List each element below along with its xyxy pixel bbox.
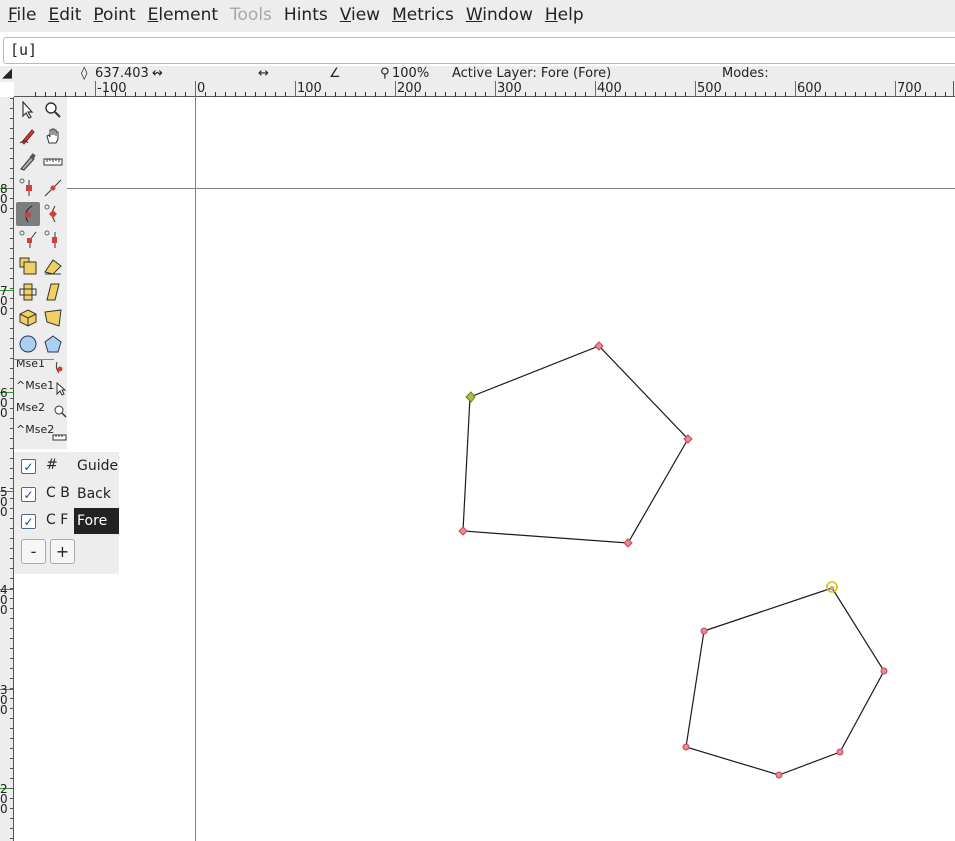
ruler-label: 7 0 0 xyxy=(0,284,8,318)
start-point-hexagon xyxy=(826,581,838,593)
layer-name: Back xyxy=(77,486,111,502)
layer-visible-checkbox-guide[interactable]: ✓ xyxy=(21,459,36,474)
glyph-outline-drawing xyxy=(14,97,955,841)
menu-bar: File Edit Point Element Tools Hints View Metric… xyxy=(0,0,955,32)
freehand-icon[interactable] xyxy=(16,124,40,148)
polygon-icon[interactable] xyxy=(41,332,65,356)
horizontal-ruler[interactable]: -100 0 100 200 300 400 500 600 700 xyxy=(14,81,955,97)
angle-icon: ∠ xyxy=(329,66,341,81)
info-bar: ◢ ◊ 637.403 ↭ ↔ ∠ ⚲ 100% Active Layer: F… xyxy=(0,66,955,82)
ruler-label: 600 xyxy=(797,81,822,96)
corner-point xyxy=(458,526,468,536)
layer-row-guide[interactable]: ✓ # Guide xyxy=(14,453,119,479)
add-tangent-point-alt-icon[interactable] xyxy=(16,228,40,252)
glyph-name-field[interactable]: [u] xyxy=(3,37,955,64)
curve-point xyxy=(880,667,888,675)
curve-point xyxy=(775,771,783,779)
ruler-label: -100 xyxy=(97,81,127,96)
menu-tools: Tools xyxy=(230,5,272,25)
scale-icon[interactable] xyxy=(16,254,40,278)
ruler-label: 4 0 0 xyxy=(0,583,8,617)
menu-metrics[interactable]: Metrics xyxy=(386,0,460,32)
curve-point xyxy=(700,627,708,635)
glyph-canvas[interactable] xyxy=(14,97,955,841)
add-tangent-point-icon[interactable] xyxy=(41,176,65,200)
ruler-label: 500 xyxy=(697,81,722,96)
ruler-label: 0 xyxy=(197,81,206,96)
layer-code: C F xyxy=(46,512,69,528)
menu-element[interactable]: Element xyxy=(142,0,224,32)
layer-row-back[interactable]: ✓ C B Back xyxy=(14,481,119,507)
layer-visible-checkbox-fore[interactable]: ✓ xyxy=(21,514,36,529)
modes-label: Modes: xyxy=(722,66,769,81)
remove-layer-button[interactable]: - xyxy=(21,539,46,564)
ruler-label: 8 0 0 xyxy=(0,182,8,216)
add-point-alt-icon[interactable] xyxy=(41,228,65,252)
ruler-label: 200 xyxy=(397,81,422,96)
menu-hints[interactable]: Hints xyxy=(278,0,334,32)
magnify-icon[interactable] xyxy=(41,98,65,122)
angle-readout-icon: ↭ xyxy=(152,66,163,81)
zoom-level: 100% xyxy=(392,66,430,81)
curve-point xyxy=(836,748,844,756)
knife-icon[interactable] xyxy=(16,150,40,174)
mouse2-label: Mse2 xyxy=(16,401,45,414)
menu-file[interactable]: File xyxy=(2,0,42,32)
layer-name: Guide xyxy=(77,458,119,474)
coord-readout: 637.403 xyxy=(95,66,149,81)
ctrl-mouse1-label: ^Mse1 xyxy=(16,379,55,392)
ellipse-icon[interactable] xyxy=(16,332,40,356)
start-point-pentagon xyxy=(465,391,476,403)
menu-edit[interactable]: Edit xyxy=(42,0,87,32)
mouse1-tool-icon xyxy=(53,359,67,378)
layer-visible-checkbox-back[interactable]: ✓ xyxy=(21,487,36,502)
layer-row-fore[interactable]: ✓ C F Fore xyxy=(14,508,119,534)
layers-panel: ✓ # Guide ✓ C B Back ✓ C F Fore - + xyxy=(14,452,119,574)
ruler-label: 700 xyxy=(897,81,922,96)
rotate-3d-icon[interactable] xyxy=(16,306,40,330)
add-corner-point-icon[interactable] xyxy=(41,202,65,226)
add-curve-point-icon[interactable] xyxy=(16,202,40,226)
mouse-divider xyxy=(14,359,54,360)
toolbox-palette: Mse1 ^Mse1 Mse2 ^Mse2 xyxy=(14,97,67,449)
ruler-label: 400 xyxy=(597,81,622,96)
vertical-ruler[interactable]: 8 0 0 7 0 0 6 0 0 5 0 0 4 0 0 3 0 0 2 0 0 xyxy=(0,97,14,841)
distance-icon: ↔ xyxy=(258,66,269,81)
zoom-icon: ⚲ xyxy=(380,66,390,81)
add-layer-button[interactable]: + xyxy=(50,539,75,564)
ruler-label: 2 0 0 xyxy=(0,782,8,816)
menu-view[interactable]: View xyxy=(334,0,386,32)
flip-icon[interactable] xyxy=(16,280,40,304)
mouse2-tool-icon xyxy=(53,403,67,422)
menu-point[interactable]: Point xyxy=(87,0,141,32)
corner-point xyxy=(623,538,633,548)
layer-code: C B xyxy=(46,485,70,501)
pointer-icon[interactable] xyxy=(16,98,40,122)
coord-readout-icon: ◊ xyxy=(81,66,88,81)
contour-pentagon xyxy=(462,345,689,544)
ruler-label: 6 0 0 xyxy=(0,386,8,420)
layer-code: # xyxy=(46,457,58,473)
ruler-label: 100 xyxy=(297,81,322,96)
ruler-label: 300 xyxy=(497,81,522,96)
ruler-label: 5 0 0 xyxy=(0,485,8,519)
ctrl-mouse2-tool-icon xyxy=(52,427,67,446)
menu-help[interactable]: Help xyxy=(539,0,590,32)
ruler-icon[interactable] xyxy=(41,150,65,174)
skew-icon[interactable] xyxy=(41,280,65,304)
ruler-label: 3 0 0 xyxy=(0,683,8,717)
active-layer-label: Active Layer: Fore (Fore) xyxy=(452,66,612,81)
ctrl-mouse1-tool-icon xyxy=(55,381,67,400)
menu-window[interactable]: Window xyxy=(460,0,539,32)
add-hvcurve-point-icon[interactable] xyxy=(16,176,40,200)
layer-name-selected: Fore xyxy=(74,508,119,534)
curve-point xyxy=(682,743,690,751)
rotate-icon[interactable] xyxy=(41,254,65,278)
contour-hexagon xyxy=(685,587,885,776)
hand-scroll-icon[interactable] xyxy=(41,124,65,148)
pointer-position-icon: ◢ xyxy=(2,66,12,81)
perspective-icon[interactable] xyxy=(41,306,65,330)
ctrl-mouse2-label: ^Mse2 xyxy=(16,423,55,436)
